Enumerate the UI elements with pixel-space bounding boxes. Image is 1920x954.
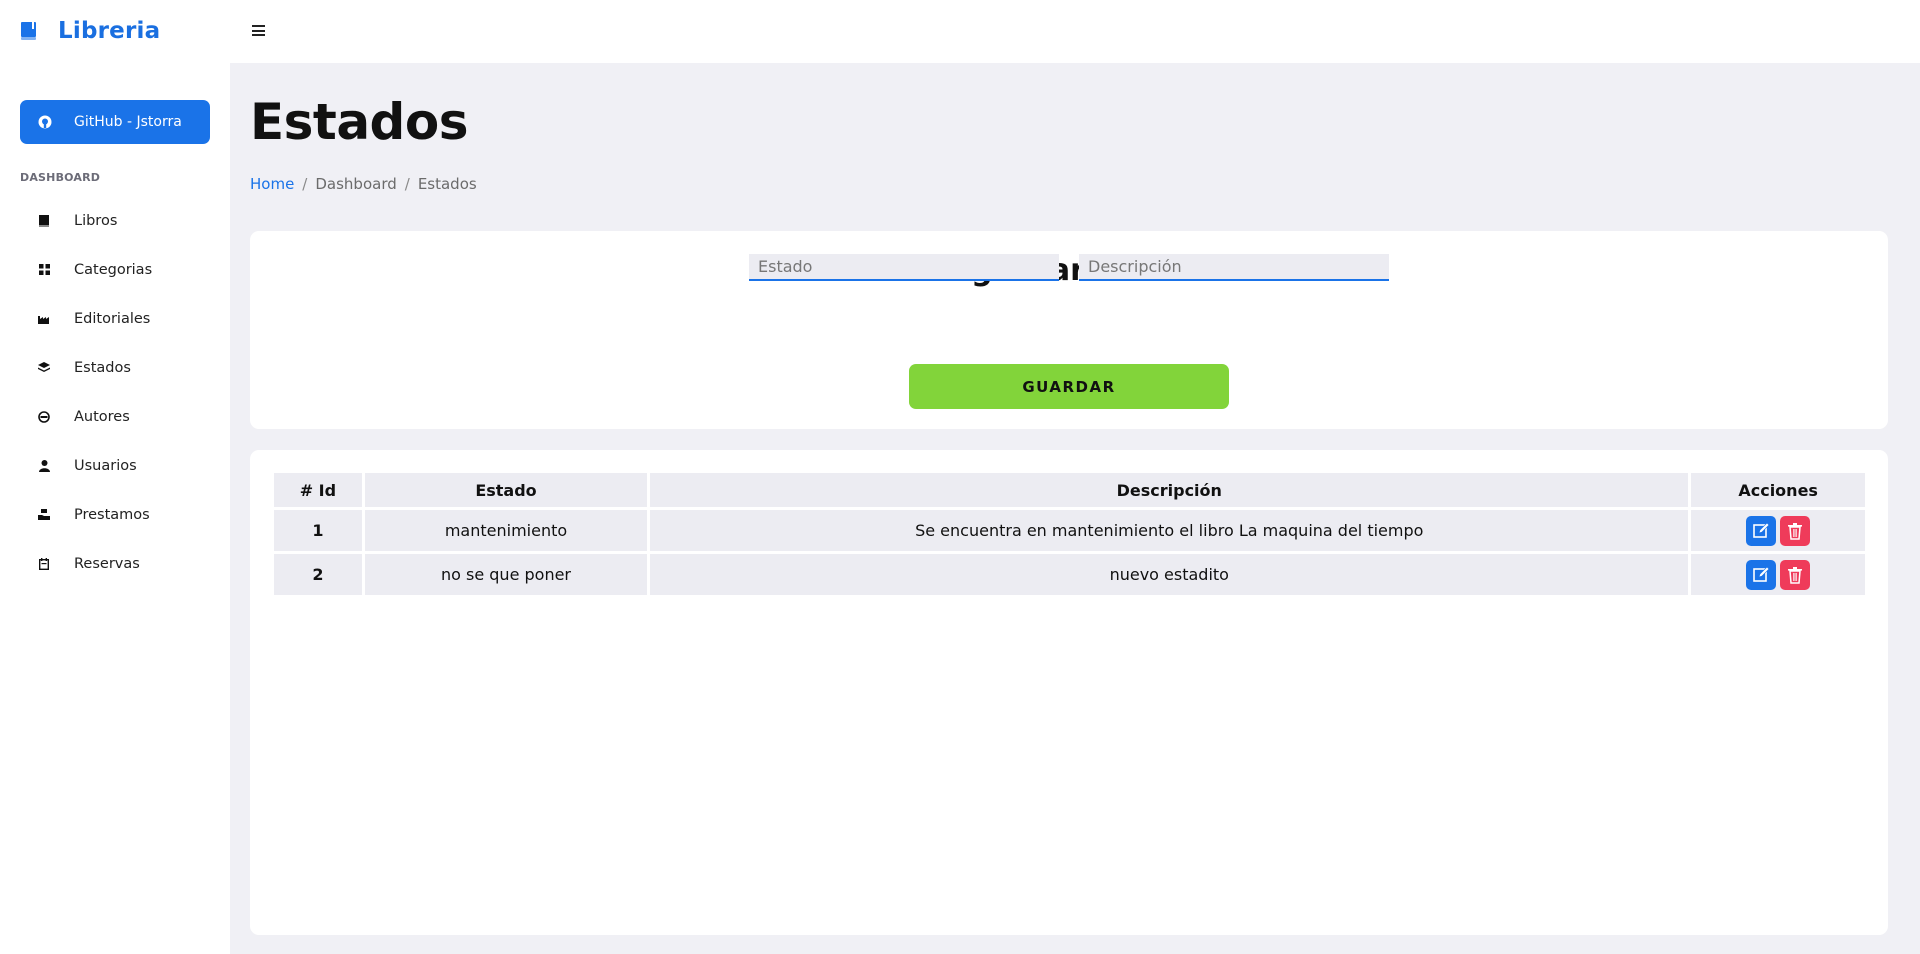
sidebar-item-label: Reservas xyxy=(74,555,140,572)
sidebar-item-prestamos[interactable]: Prestamos xyxy=(20,490,210,539)
edit-button[interactable] xyxy=(1746,515,1777,546)
sidebar-item-label: Prestamos xyxy=(74,506,150,523)
sidebar: Libreria GitHub - Jstorra DASHBOARD Libr… xyxy=(0,0,230,954)
save-button[interactable]: GUARDAR xyxy=(909,364,1229,409)
hand-box-icon xyxy=(38,509,50,521)
header-id: # Id xyxy=(274,473,362,507)
brand-name: Libreria xyxy=(58,18,161,44)
sidebar-item-categorias[interactable]: Categorias xyxy=(20,245,210,294)
github-button[interactable]: GitHub - Jstorra xyxy=(20,100,210,144)
person-icon xyxy=(38,459,50,472)
sidebar-item-usuarios[interactable]: Usuarios xyxy=(20,441,210,490)
header-descripcion: Descripción xyxy=(650,473,1689,507)
sidebar-item-label: Categorias xyxy=(74,261,153,278)
trash-icon xyxy=(1788,566,1803,584)
breadcrumb-current: Estados xyxy=(417,175,477,193)
sidebar-nav: Libros Categorias Editoriales Estados Au… xyxy=(20,196,210,588)
mask-icon xyxy=(38,410,50,423)
hamburger-icon[interactable] xyxy=(252,25,265,36)
estados-table-card: # Id Estado Descripción Acciones 1 mante… xyxy=(250,450,1888,935)
header-acciones: Acciones xyxy=(1691,473,1865,507)
factory-icon xyxy=(38,313,50,325)
trash-icon xyxy=(1788,522,1803,540)
layers-icon xyxy=(38,362,50,374)
header-estado: Estado xyxy=(364,473,648,507)
github-icon xyxy=(38,115,52,129)
cell-descripcion: nuevo estadito xyxy=(650,554,1689,595)
github-button-label: GitHub - Jstorra xyxy=(74,114,182,130)
estado-input[interactable] xyxy=(749,254,1059,281)
sidebar-item-libros[interactable]: Libros xyxy=(20,196,210,245)
cell-acciones xyxy=(1691,554,1865,595)
edit-button[interactable] xyxy=(1746,559,1777,590)
sidebar-item-autores[interactable]: Autores xyxy=(20,392,210,441)
sidebar-item-label: Estados xyxy=(74,359,131,376)
breadcrumb-separator: / xyxy=(404,175,410,193)
sidebar-item-label: Usuarios xyxy=(74,457,137,474)
cell-estado: no se que poner xyxy=(364,554,648,595)
sidebar-item-editoriales[interactable]: Editoriales xyxy=(20,294,210,343)
table-row: 2 no se que poner nuevo estadito xyxy=(274,554,1865,595)
breadcrumb-separator: / xyxy=(302,175,308,193)
table-header-row: # Id Estado Descripción Acciones xyxy=(274,473,1865,507)
delete-button[interactable] xyxy=(1780,559,1811,590)
sidebar-item-reservas[interactable]: Reservas xyxy=(20,539,210,588)
sidebar-item-label: Autores xyxy=(74,408,130,425)
cell-id: 1 xyxy=(274,510,362,551)
breadcrumb-home[interactable]: Home xyxy=(250,175,294,193)
grid-icon xyxy=(38,264,50,276)
sidebar-item-label: Libros xyxy=(74,212,118,229)
form-title: Registrar estado xyxy=(927,253,1211,288)
edit-icon xyxy=(1753,522,1770,538)
brand[interactable]: Libreria xyxy=(20,18,160,44)
estados-table: # Id Estado Descripción Acciones 1 mante… xyxy=(271,470,1868,598)
book-icon xyxy=(38,214,50,227)
book-icon xyxy=(20,21,38,41)
cell-id: 2 xyxy=(274,554,362,595)
calendar-icon xyxy=(38,557,50,570)
sidebar-item-label: Editoriales xyxy=(74,310,151,327)
cell-estado: mantenimiento xyxy=(364,510,648,551)
cell-descripcion: Se encuentra en mantenimiento el libro L… xyxy=(650,510,1689,551)
section-label-dashboard: DASHBOARD xyxy=(20,171,101,184)
sidebar-item-estados[interactable]: Estados xyxy=(20,343,210,392)
delete-button[interactable] xyxy=(1780,515,1811,546)
descripcion-input[interactable] xyxy=(1079,254,1389,281)
breadcrumb-dashboard: Dashboard xyxy=(315,175,397,193)
table-row: 1 mantenimiento Se encuentra en mantenim… xyxy=(274,510,1865,551)
cell-acciones xyxy=(1691,510,1865,551)
page-title: Estados xyxy=(250,93,468,151)
breadcrumb: Home / Dashboard / Estados xyxy=(250,175,477,193)
edit-icon xyxy=(1753,566,1770,582)
topbar xyxy=(230,0,1920,63)
